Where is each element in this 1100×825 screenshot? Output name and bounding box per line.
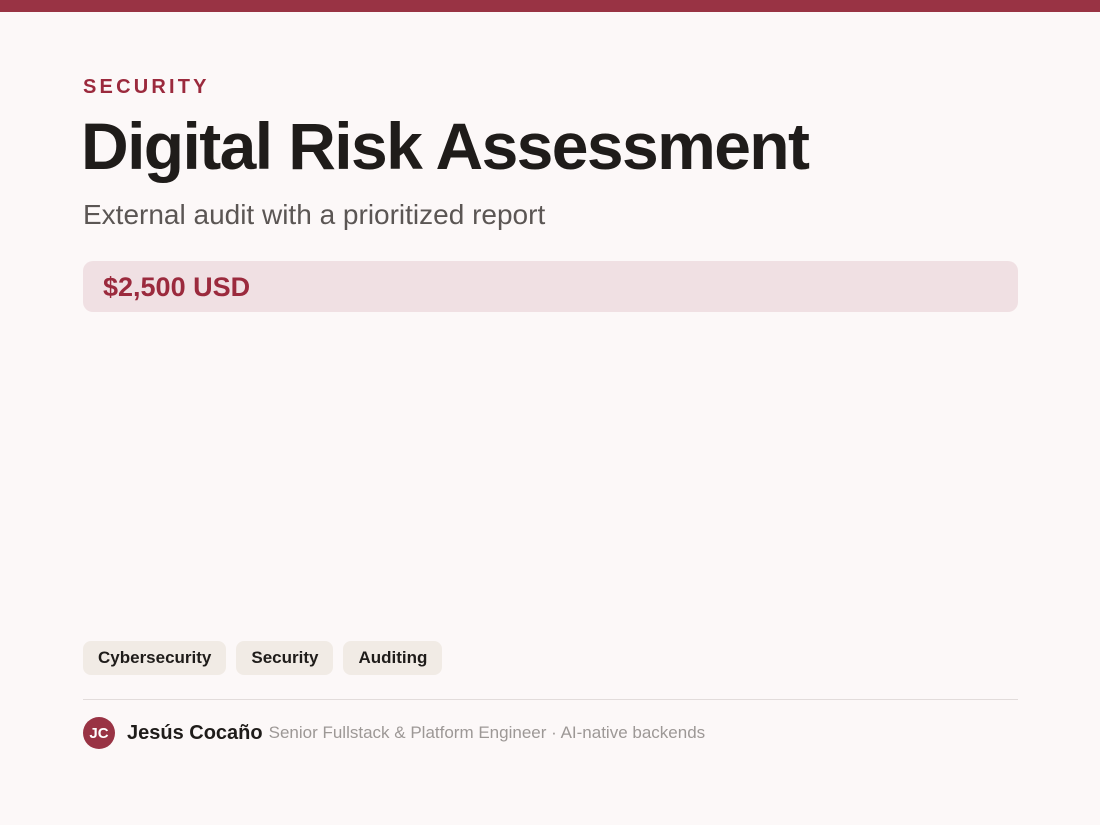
price-label: $2,500 USD [103, 272, 251, 302]
top-accent-bar [0, 0, 1100, 12]
category-label: SECURITY [83, 76, 210, 98]
page-subtitle: External audit with a prioritized report [83, 199, 546, 230]
avatar: JC [83, 717, 115, 749]
author-name: Jesús Cocaño [127, 721, 263, 744]
tag-auditing: Auditing [343, 641, 443, 675]
price-banner: $2,500 USD [83, 261, 1018, 312]
tag-cybersecurity: Cybersecurity [83, 641, 227, 675]
author-byline: JC Jesús Cocaño Senior Fullstack & Platf… [83, 717, 705, 749]
footer-divider [83, 699, 1018, 700]
tag-list: Cybersecurity Security Auditing [83, 641, 443, 675]
tag-security: Security [236, 641, 334, 675]
page-title: Digital Risk Assessment [81, 109, 810, 183]
author-role: Senior Fullstack & Platform Engineer · A… [268, 723, 706, 742]
